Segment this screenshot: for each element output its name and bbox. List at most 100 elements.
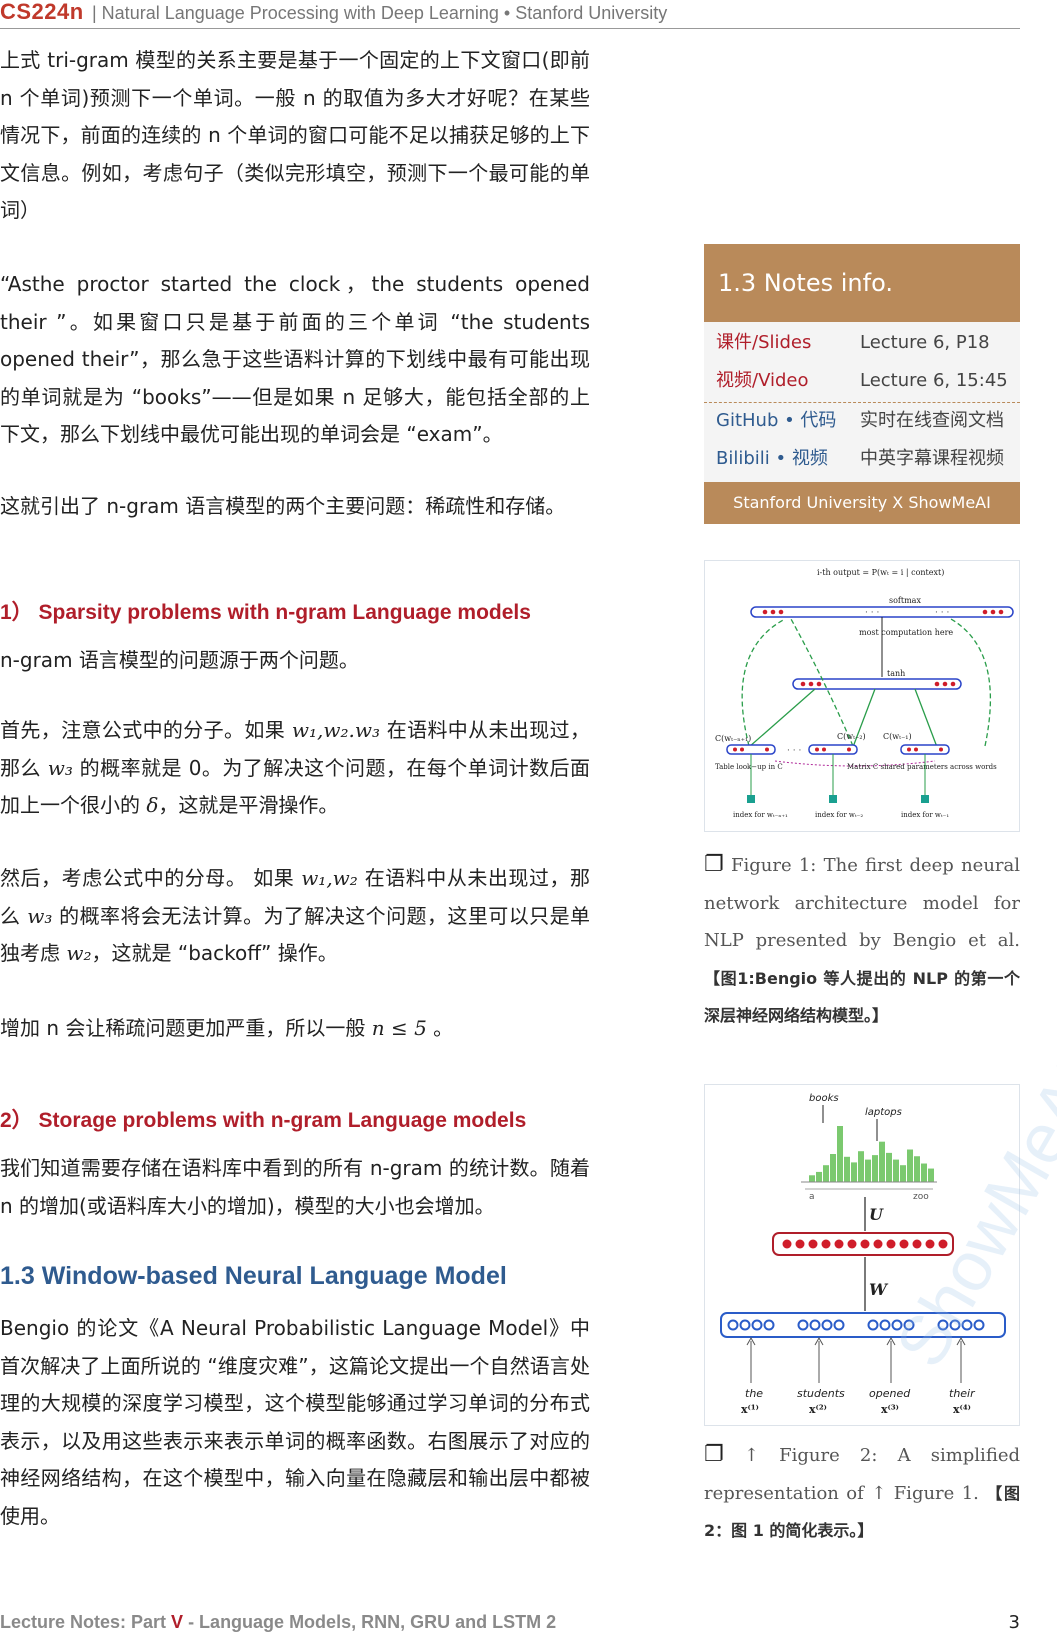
output-neuron xyxy=(860,1239,870,1249)
paragraph-ngram-issue: n-gram 语言模型的问题源于两个问题。 xyxy=(0,648,359,672)
fig2-word-the: the xyxy=(745,1387,763,1400)
output-neuron xyxy=(886,1239,896,1249)
figure-2-caption: ❐ ↑ Figure 2: A simplified representatio… xyxy=(704,1442,1020,1540)
histogram-bar xyxy=(872,1155,878,1182)
heading-window-model: 1.3 Window-based Neural Language Model xyxy=(0,1262,507,1290)
page-header: CS224n | Natural Language Processing wit… xyxy=(0,0,1020,29)
fig1-c3: C(wₜ₋₁) xyxy=(883,732,912,741)
histogram-bar xyxy=(816,1171,822,1182)
heading-storage: 2） Storage problems with n-gram Language… xyxy=(0,1109,527,1132)
input-neuron xyxy=(739,1319,751,1331)
fig2-x1: x⁽¹⁾ xyxy=(741,1403,759,1416)
input-neuron xyxy=(797,1319,809,1331)
histogram-bar xyxy=(907,1149,913,1182)
notes-info-title: 1.3 Notes info. xyxy=(704,244,1020,322)
fig2-word-opened: opened xyxy=(869,1387,911,1400)
checkbox-icon: ❐ xyxy=(704,1442,724,1467)
math-w3: w₃ xyxy=(47,755,73,780)
fig1-output-label: i-th output = P(wₜ = i | context) xyxy=(817,568,944,577)
fig2-U-label: U xyxy=(869,1205,884,1224)
figure-1-caption: ❐ Figure 1: The first deep neural networ… xyxy=(704,852,1020,1025)
fig1-c1: C(wₜ₋ₙ₊₁) xyxy=(715,734,751,743)
input-neuron xyxy=(867,1319,879,1331)
index-box-2 xyxy=(829,795,837,803)
fig2-laptops-label: laptops xyxy=(865,1107,902,1118)
output-neuron xyxy=(821,1239,831,1249)
fig1-most-computation: most computation here xyxy=(859,628,953,637)
notes-info-box: 1.3 Notes info. 课件/Slides Lecture 6, P18 … xyxy=(704,244,1020,524)
fig1-idx2: index for wₜ₋₂ xyxy=(815,811,863,819)
fig2-word-students: students xyxy=(797,1387,845,1400)
softmax-layer xyxy=(750,606,1014,618)
histogram-bar xyxy=(900,1165,906,1182)
paragraph-denominator: 然后，考虑公式中的分母。 如果 w₁,w₂ 在语料中从未出现过，那么 w₃ 的概… xyxy=(0,866,591,965)
histogram-bar xyxy=(858,1151,864,1182)
histogram-bar xyxy=(851,1162,857,1182)
paragraph-numerator: 首先，注意公式中的分子。如果 w₁,w₂.w₃ 在语料中从未出现过，那么 w₃ … xyxy=(0,718,591,817)
fig1-c2: C(wₜ₋₂) xyxy=(837,732,866,741)
fig2-x3: x⁽³⁾ xyxy=(881,1403,899,1416)
fig2-W-label: W xyxy=(869,1280,889,1299)
math-n-le-5: n ≤ 5 xyxy=(371,1016,427,1040)
part-number: V xyxy=(171,1612,184,1632)
histogram-bar xyxy=(844,1156,850,1182)
histogram-bar xyxy=(865,1159,871,1182)
index-box-3 xyxy=(921,795,929,803)
index-box-1 xyxy=(747,795,755,803)
info-divider xyxy=(704,402,1020,403)
math-w2: w₂ xyxy=(66,941,92,965)
fig1-table-lookup: Table look−up in C xyxy=(715,763,783,771)
output-neuron xyxy=(873,1239,883,1249)
output-neuron xyxy=(912,1239,922,1249)
histogram-bar xyxy=(809,1175,815,1182)
math-delta: δ xyxy=(146,793,159,817)
checkbox-icon: ❐ xyxy=(704,852,724,877)
fig2-x2: x⁽²⁾ xyxy=(809,1403,827,1416)
histogram-bar xyxy=(914,1156,920,1182)
fig1-idx1: index for wₜ₋ₙ₊₁ xyxy=(733,811,788,819)
input-neuron xyxy=(763,1319,775,1331)
histogram-bar xyxy=(823,1165,829,1182)
fig2-word-their: their xyxy=(949,1387,976,1400)
paragraph-problems: 这就引出了 n-gram 语言模型的两个主要问题：稀疏性和存储。 xyxy=(0,494,566,518)
output-neuron xyxy=(834,1239,844,1249)
course-code: CS224n xyxy=(0,0,84,24)
output-neuron xyxy=(782,1239,792,1249)
output-neuron xyxy=(808,1239,818,1249)
paragraph-trigram: 上式 tri-gram 模型的关系主要是基于一个固定的上下文窗口(即前 n 个单… xyxy=(0,48,590,222)
input-neuron xyxy=(809,1319,821,1331)
fig2-books-label: books xyxy=(809,1093,839,1104)
math-w1w2w3: w₁,w₂.w₃ xyxy=(291,718,380,742)
histogram-bar xyxy=(893,1159,899,1182)
paragraph-storage: 我们知道需要存储在语料库中看到的所有 n-gram 的统计数。随着 n 的增加(… xyxy=(0,1156,590,1218)
figure-1-bengio: i-th output = P(wₜ = i | context) softma… xyxy=(704,560,1020,832)
input-neuron xyxy=(821,1319,833,1331)
page-footer: Lecture Notes: Part V - Language Models,… xyxy=(0,1612,557,1632)
output-neuron xyxy=(847,1239,857,1249)
paragraph-example: “Asthe proctor started the clock，the stu… xyxy=(0,272,590,446)
math-w3-b: w₃ xyxy=(27,903,53,928)
fig2-a-label: a xyxy=(809,1192,815,1202)
fig1-tanh-label: tanh xyxy=(887,669,905,678)
histogram-bar xyxy=(886,1152,892,1182)
heading-sparsity: 1） Sparsity problems with n-gram Languag… xyxy=(0,601,531,624)
svg-text:· · ·: · · · xyxy=(787,746,801,756)
histogram-bar xyxy=(837,1126,843,1182)
output-neuron xyxy=(899,1239,909,1249)
histogram-bar xyxy=(921,1163,927,1182)
histogram-bar xyxy=(879,1141,885,1182)
fig2-zoo-label: zoo xyxy=(913,1192,929,1202)
fig1-softmax-label: softmax xyxy=(889,596,921,605)
input-neuron xyxy=(727,1319,739,1331)
input-neuron xyxy=(833,1319,845,1331)
histogram-bar xyxy=(928,1168,934,1182)
fig2-x4: x⁽⁴⁾ xyxy=(953,1403,971,1416)
output-neuron xyxy=(795,1239,805,1249)
input-neuron xyxy=(751,1319,763,1331)
course-title: | Natural Language Processing with Deep … xyxy=(92,3,668,23)
math-w1w2: w₁,w₂ xyxy=(301,866,358,890)
fig1-idx3: index for wₜ₋₁ xyxy=(901,811,949,819)
paragraph-bengio: Bengio 的论文《A Neural Probabilistic Langua… xyxy=(0,1316,590,1528)
page-number: 3 xyxy=(1008,1612,1020,1633)
histogram-bar xyxy=(830,1154,836,1182)
